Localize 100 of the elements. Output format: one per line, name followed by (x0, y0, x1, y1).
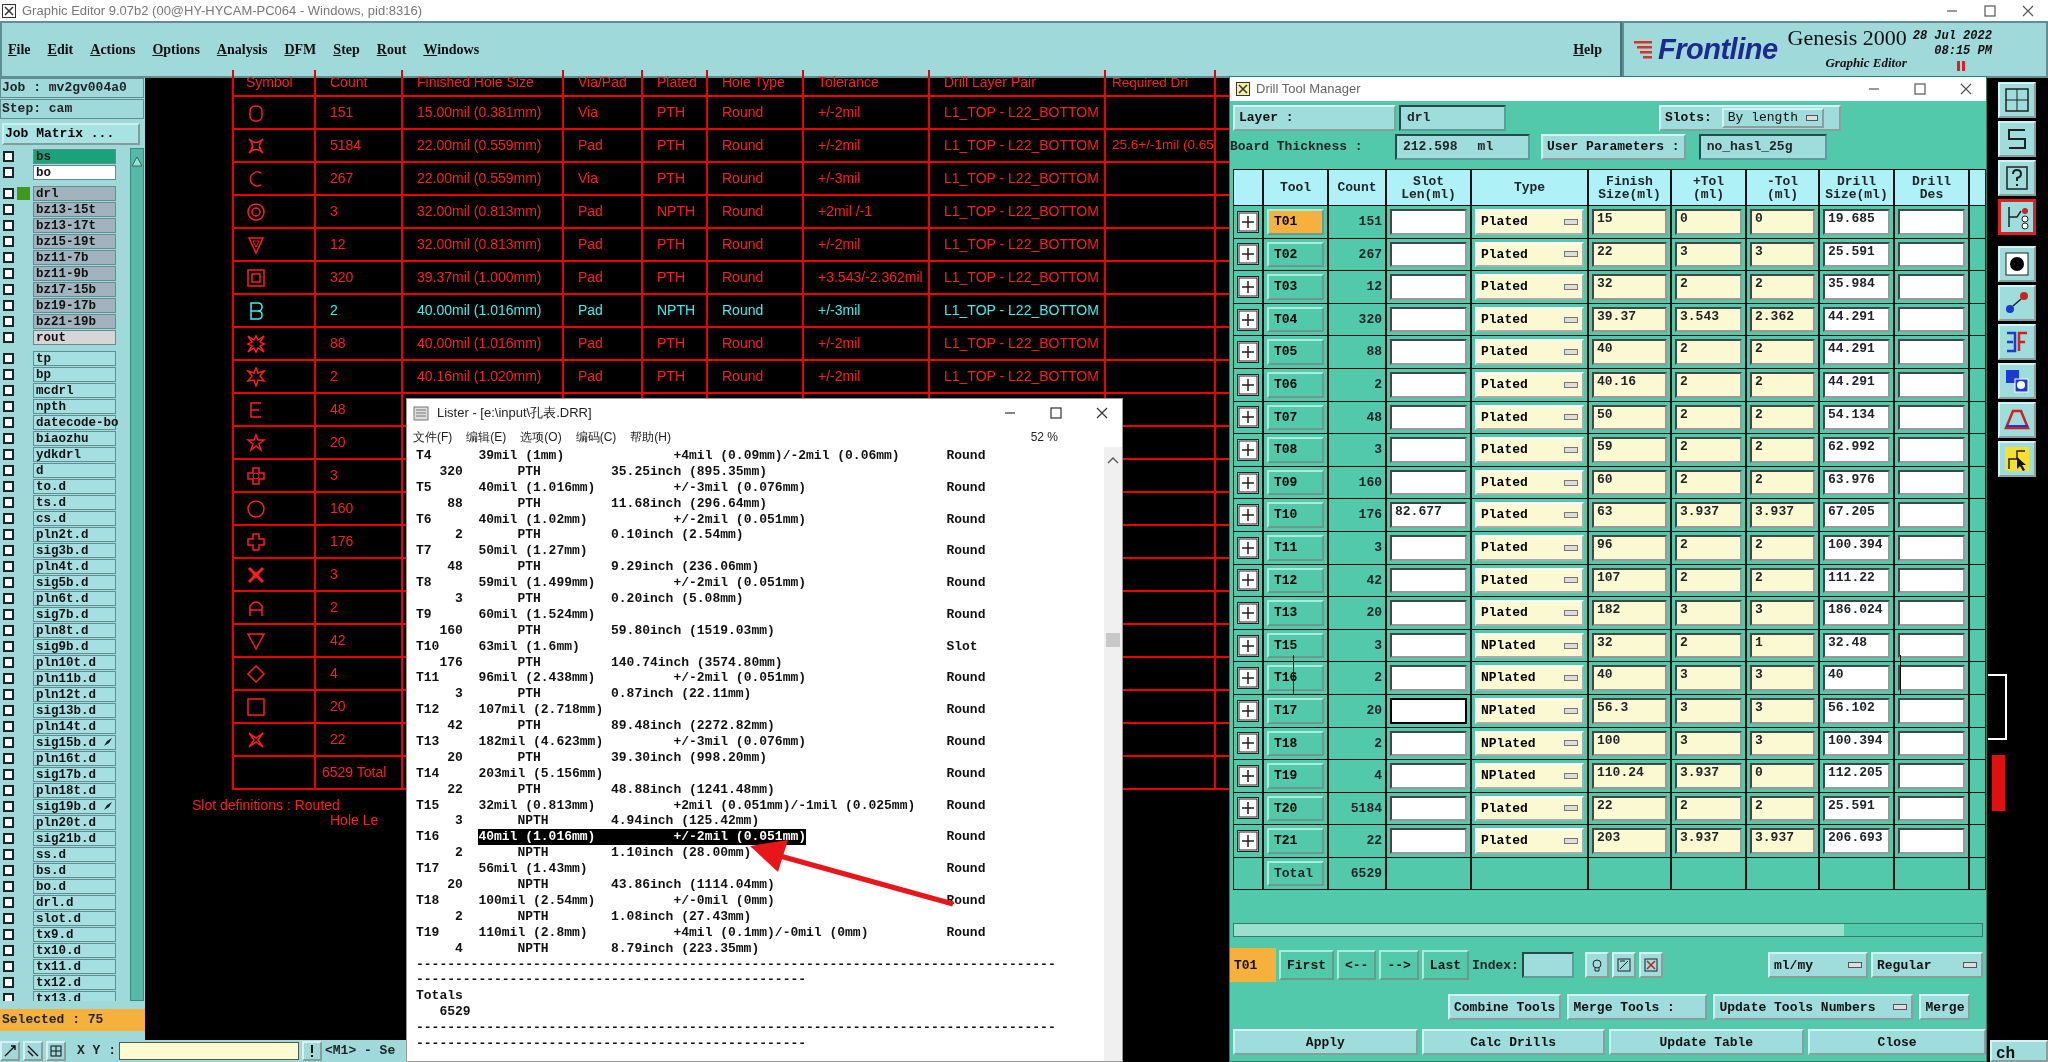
layer-name[interactable]: tx10.d (33, 942, 116, 958)
dot-tool-button[interactable] (1998, 246, 2036, 282)
layer-checkbox[interactable] (3, 331, 14, 343)
scrollbar[interactable] (130, 148, 144, 1001)
drill-size-field[interactable]: 100.394 (1823, 534, 1890, 561)
layer-name[interactable]: sig21b.d (33, 830, 116, 846)
close-icon[interactable] (1960, 83, 1972, 95)
layer-name[interactable]: bz13-15t (33, 201, 116, 217)
expand-button[interactable] (1237, 634, 1259, 657)
menu-item[interactable]: Actions (90, 39, 136, 60)
finish-size-field[interactable]: 182 (1592, 600, 1667, 626)
layer-name[interactable]: sig15b.d (33, 734, 116, 750)
layer-checkbox[interactable] (3, 528, 14, 540)
squares-tool-button[interactable] (1998, 363, 2036, 399)
menu-item[interactable]: 选项(O) (520, 428, 562, 446)
type-dropdown[interactable]: Plated (1475, 371, 1584, 398)
tool-button[interactable]: T06 (1267, 371, 1324, 398)
layer-name[interactable]: pln6t.d (33, 590, 116, 606)
layer-name[interactable]: bs (33, 148, 116, 164)
tool-button[interactable]: T15 (1267, 632, 1324, 659)
layer-checkbox[interactable] (3, 896, 14, 908)
minus-tolerance-field[interactable]: 2 (1750, 371, 1815, 398)
thickness-field[interactable]: 212.598 (1403, 137, 1458, 157)
layer-checkbox[interactable] (3, 400, 14, 412)
scroll-up-icon[interactable] (1107, 455, 1119, 464)
layer-checkbox[interactable] (3, 816, 14, 828)
layer-name[interactable]: ts.d (33, 494, 116, 510)
layer-checkbox[interactable] (3, 166, 14, 178)
plus-tolerance-field[interactable]: 3 (1675, 600, 1742, 626)
menu-item[interactable]: 编码(C) (575, 428, 617, 446)
minus-tolerance-field[interactable]: 3 (1750, 241, 1815, 268)
layer-name[interactable]: tx9.d (33, 926, 116, 942)
minus-tolerance-field[interactable]: 2 (1750, 437, 1815, 463)
layer-checkbox[interactable] (3, 368, 14, 380)
layer-name[interactable]: pln11b.d (33, 670, 116, 686)
layer-checkbox[interactable] (3, 672, 14, 684)
minus-tolerance-field[interactable]: 2 (1750, 404, 1815, 431)
action-button[interactable]: Apply (1233, 1029, 1418, 1056)
minus-tolerance-field[interactable]: 0 (1750, 209, 1815, 235)
dots-arrow-tool-button[interactable] (1998, 285, 2036, 321)
type-dropdown[interactable]: Plated (1475, 567, 1584, 594)
minus-tolerance-field[interactable]: 0 (1750, 763, 1815, 789)
slot-length-field[interactable]: 82.677 (1390, 502, 1467, 528)
minus-tolerance-field[interactable]: 3.937 (1750, 828, 1815, 854)
navigation-button[interactable]: First (1279, 950, 1334, 981)
type-dropdown[interactable]: Plated (1475, 502, 1584, 528)
expand-button[interactable] (1237, 699, 1259, 722)
layer-checkbox[interactable] (3, 352, 14, 364)
type-dropdown[interactable]: Plated (1475, 209, 1584, 235)
circuit-tool-button[interactable] (1998, 199, 2036, 235)
alert-button[interactable] (302, 1041, 322, 1061)
layer-name[interactable]: bz11-7b (33, 249, 116, 265)
minus-tolerance-field[interactable]: 2 (1750, 534, 1815, 561)
plus-tolerance-field[interactable]: 2 (1675, 274, 1742, 300)
plus-tolerance-field[interactable]: 2 (1675, 339, 1742, 365)
layer-name[interactable]: sig7b.d (33, 606, 116, 622)
layer-checkbox[interactable] (3, 235, 14, 247)
minus-tolerance-field[interactable]: 3 (1750, 665, 1815, 691)
minus-tolerance-field[interactable]: 3 (1750, 697, 1815, 724)
tool-button[interactable]: T05 (1267, 339, 1324, 365)
layer-checkbox[interactable] (3, 960, 14, 972)
maximize-icon[interactable] (1984, 4, 1996, 17)
expand-button[interactable] (1237, 308, 1259, 331)
expand-button[interactable] (1237, 373, 1259, 396)
layer-name[interactable]: bz13-17t (33, 217, 116, 233)
layer-checkbox[interactable] (3, 784, 14, 796)
tool-button[interactable]: T01 (1267, 209, 1324, 235)
drill-size-field[interactable]: 25.591 (1823, 241, 1890, 268)
layer-checkbox[interactable] (3, 976, 14, 988)
layer-name[interactable]: sig17b.d (33, 766, 116, 782)
cursor-tool-button[interactable] (1998, 441, 2036, 477)
layer-name[interactable]: pln8t.d (33, 622, 116, 638)
tool-button[interactable]: T03 (1267, 274, 1324, 300)
cross-square-button[interactable] (1638, 952, 1663, 979)
type-dropdown[interactable]: Plated (1475, 404, 1584, 431)
layer-checkbox[interactable] (3, 880, 14, 892)
layer-name[interactable]: sig19b.d (33, 798, 116, 814)
layer-checkbox[interactable] (3, 688, 14, 700)
scroll-thumb[interactable] (1106, 633, 1120, 647)
layer-checkbox[interactable] (3, 576, 14, 588)
layer-name[interactable]: ss.d (33, 846, 116, 862)
plus-tolerance-field[interactable]: 0 (1675, 209, 1742, 235)
layer-checkbox[interactable] (3, 736, 14, 748)
finish-size-field[interactable]: 15 (1592, 209, 1667, 235)
grid-tool-button[interactable] (1998, 82, 2036, 118)
merge-button[interactable]: Merge (1919, 994, 1971, 1021)
tool-button[interactable]: T07 (1267, 404, 1324, 431)
drill-size-field[interactable]: 67.205 (1823, 502, 1890, 528)
layer-name[interactable]: tx13.d (33, 990, 116, 1001)
finish-size-field[interactable]: 32 (1592, 274, 1667, 300)
layer-name[interactable]: pln10t.d (33, 654, 116, 670)
layer-name[interactable]: npth (33, 398, 116, 414)
update-numbers-dropdown[interactable]: Update Tools Numbers (1713, 994, 1914, 1021)
layer-name[interactable]: pln2t.d (33, 526, 116, 542)
finish-size-field[interactable]: 22 (1592, 795, 1667, 822)
layer-checkbox[interactable] (3, 752, 14, 764)
layer-name[interactable]: bz17-15b (33, 281, 116, 297)
layer-checkbox[interactable] (3, 251, 14, 263)
finish-size-field[interactable]: 107 (1592, 567, 1667, 594)
tool-button[interactable]: T10 (1267, 502, 1324, 528)
